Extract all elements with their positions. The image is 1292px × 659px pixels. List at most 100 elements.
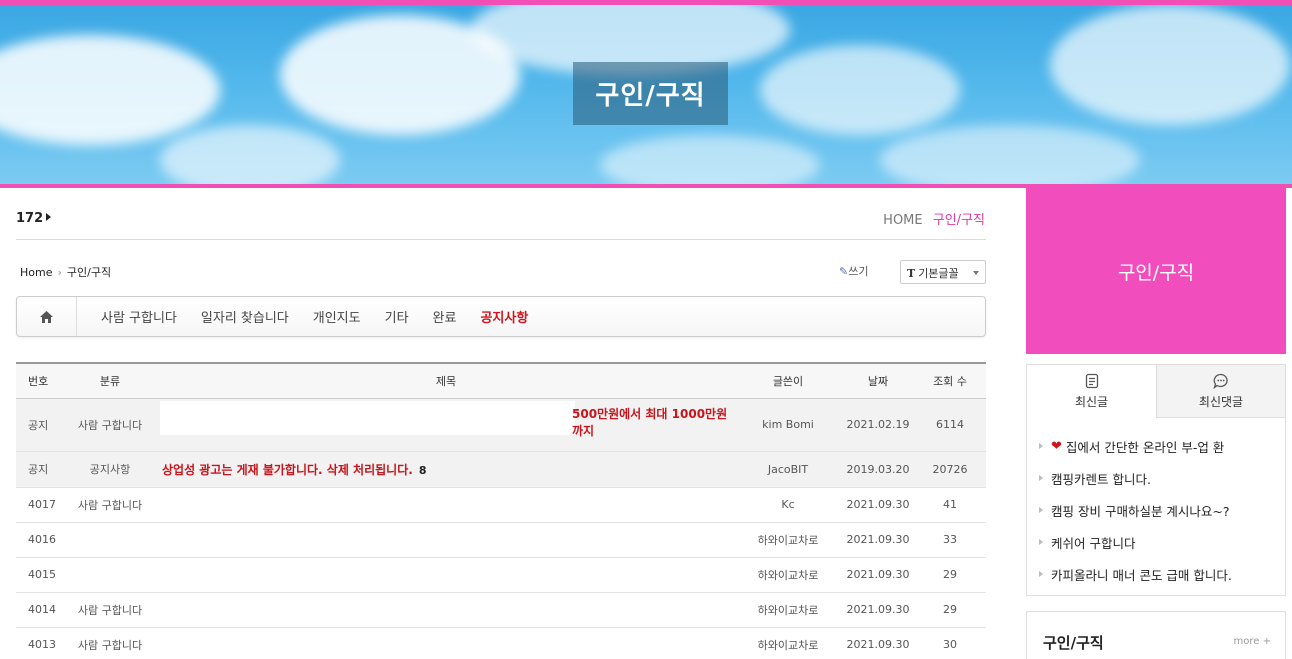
category-job-seeking[interactable]: 일자리 찾습니다 [201, 307, 289, 326]
row-category[interactable]: 사람 구합니다 [62, 627, 158, 659]
breadcrumb: HOME 구인/구직 [883, 209, 985, 228]
row-writer[interactable]: kim Bomi [734, 398, 842, 452]
row-writer[interactable]: 하와이교차로 [734, 557, 842, 593]
dropdown-arrow-icon [973, 271, 979, 275]
row-writer[interactable]: 하와이교차로 [734, 627, 842, 659]
sub-breadcrumb: Home › 구인/구직 [20, 264, 111, 280]
table-row[interactable]: 4015 하와이교차로 2021.09.30 29 [16, 557, 986, 593]
header-category: 분류 [62, 362, 158, 399]
header-views[interactable]: 조회 수 [914, 362, 986, 399]
table-row[interactable]: 공지 공지사항 상업성 광고는 게재 불가합니다. 삭제 처리됩니다. 8 Jac… [16, 451, 986, 488]
chevron-right-icon: › [57, 266, 62, 279]
sidebar-title-block: 구인/구직 [1026, 188, 1286, 354]
font-icon: T [907, 267, 916, 280]
tab-recent-comments[interactable]: 최신댓글 [1156, 365, 1285, 418]
more-link[interactable]: more + [1234, 636, 1271, 647]
row-subject-cell: 상업성 광고는 게재 불가합니다. 삭제 처리됩니다. 8 [158, 451, 734, 488]
row-views: 33 [914, 522, 986, 558]
category-nav: 사람 구합니다 일자리 찾습니다 개인지도 기타 완료 공지사항 [16, 296, 986, 337]
recent-post-item[interactable]: ❤ 집에서 간단한 온라인 부-업 환 [1039, 430, 1269, 462]
post-count-value: 172 [16, 211, 44, 226]
row-subject[interactable] [158, 487, 734, 523]
row-date: 2021.02.19 [842, 398, 914, 452]
category-people-wanted[interactable]: 사람 구합니다 [101, 307, 177, 326]
recent-post-title: 카피올라니 매너 콘도 급매 합니다. [1051, 567, 1232, 583]
row-views: 6114 [914, 398, 986, 452]
row-subject[interactable] [158, 557, 734, 593]
table-row[interactable]: 4014 사람 구합니다 하와이교차로 2021.09.30 29 [16, 592, 986, 628]
table-row[interactable]: 4017 사람 구합니다 Kc 2021.09.30 41 [16, 487, 986, 523]
category-completed[interactable]: 완료 [433, 307, 457, 326]
header-writer: 글쓴이 [734, 362, 842, 399]
row-views: 20726 [914, 451, 986, 488]
row-category[interactable] [62, 522, 158, 558]
write-button[interactable]: ✎쓰기 [839, 263, 868, 279]
bullet-icon [1039, 443, 1043, 449]
recent-post-item[interactable]: 캠핑 장비 구매하실분 계시나요~? [1039, 494, 1269, 526]
post-count[interactable]: 172 [16, 211, 52, 226]
row-subject[interactable] [158, 627, 734, 659]
row-views: 29 [914, 592, 986, 628]
recent-post-title: 케쉬어 구합니다 [1051, 535, 1136, 551]
row-subject[interactable]: 500만원에서 최대 1000만원까지 [572, 405, 734, 439]
row-writer[interactable]: JacoBIT [734, 451, 842, 488]
row-writer[interactable]: Kc [734, 487, 842, 523]
row-date: 2021.09.30 [842, 592, 914, 628]
tab-recent-posts[interactable]: 최신글 [1027, 365, 1156, 418]
document-icon [1085, 373, 1098, 389]
recent-post-title: 캠핑 장비 구매하실분 계시나요~? [1051, 503, 1230, 519]
tab-recent-comments-label: 최신댓글 [1198, 394, 1244, 409]
row-subject[interactable]: 상업성 광고는 게재 불가합니다. 삭제 처리됩니다. [162, 463, 413, 477]
row-subject[interactable] [158, 522, 734, 558]
recent-post-item[interactable]: 캠핑카렌트 합니다. [1039, 462, 1269, 494]
header-date[interactable]: 날짜 [842, 362, 914, 399]
category-other[interactable]: 기타 [385, 307, 409, 326]
row-writer[interactable]: 하와이교차로 [734, 522, 842, 558]
row-views: 41 [914, 487, 986, 523]
row-writer[interactable]: 하와이교차로 [734, 592, 842, 628]
table-row[interactable]: 4016 하와이교차로 2021.09.30 33 [16, 522, 986, 558]
heart-icon: ❤ [1051, 438, 1062, 454]
row-date: 2021.09.30 [842, 557, 914, 593]
speech-bubble-icon [1213, 373, 1228, 389]
category-notice[interactable]: 공지사항 [480, 307, 528, 326]
recent-post-item[interactable]: 케쉬어 구합니다 [1039, 526, 1269, 558]
row-num: 공지 [16, 451, 62, 488]
row-category[interactable]: 사람 구합니다 [62, 398, 158, 452]
row-subject[interactable] [158, 592, 734, 628]
sub-breadcrumb-home[interactable]: Home [20, 266, 52, 279]
recent-post-title: 캠핑카렌트 합니다. [1051, 471, 1151, 487]
sidebar-recent-widget: 최신글 최신댓글 ❤ 집에서 간단한 온라인 부-업 환 캠핑카렌트 합니다. 캠… [1026, 364, 1286, 596]
table-row[interactable]: 공지 사람 구합니다 500만원에서 최대 1000만원까지 kim Bomi … [16, 398, 986, 452]
pencil-icon: ✎ [839, 265, 849, 278]
header-banner: 구인/구직 [0, 5, 1292, 184]
row-category[interactable] [62, 557, 158, 593]
row-subject-cell: 500만원에서 최대 1000만원까지 [158, 398, 734, 452]
sidebar-title: 구인/구직 [1117, 261, 1195, 284]
recent-post-item[interactable]: 카피올라니 매너 콘도 급매 합니다. [1039, 558, 1269, 590]
font-select[interactable]: T 기본글꼴 [900, 260, 986, 284]
row-date: 2019.03.20 [842, 451, 914, 488]
category-tutoring[interactable]: 개인지도 [313, 307, 361, 326]
sub-breadcrumb-current[interactable]: 구인/구직 [67, 266, 111, 279]
comment-count[interactable]: 8 [419, 464, 427, 477]
row-category[interactable]: 사람 구합니다 [62, 487, 158, 523]
row-num: 4014 [16, 592, 62, 628]
table-row[interactable]: 4013 사람 구합니다 하와이교차로 2021.09.30 30 [16, 627, 986, 659]
row-num: 공지 [16, 398, 62, 452]
widget-title: 구인/구직 [1043, 634, 1104, 652]
row-category[interactable]: 공지사항 [62, 451, 158, 488]
row-views: 30 [914, 627, 986, 659]
bullet-icon [1039, 571, 1043, 577]
breadcrumb-current[interactable]: 구인/구직 [933, 213, 985, 228]
header-subject[interactable]: 제목 [158, 362, 734, 399]
write-label: 쓰기 [848, 265, 869, 278]
row-date: 2021.09.30 [842, 522, 914, 558]
row-category[interactable]: 사람 구합니다 [62, 592, 158, 628]
breadcrumb-home[interactable]: HOME [883, 213, 922, 228]
bullet-icon [1039, 507, 1043, 513]
category-home-button[interactable] [17, 297, 77, 336]
row-num: 4015 [16, 557, 62, 593]
board-table: 번호 분류 제목 글쓴이 날짜 조회 수 공지 사람 구합니다 500만원에서 … [16, 362, 986, 659]
divider [16, 239, 986, 240]
